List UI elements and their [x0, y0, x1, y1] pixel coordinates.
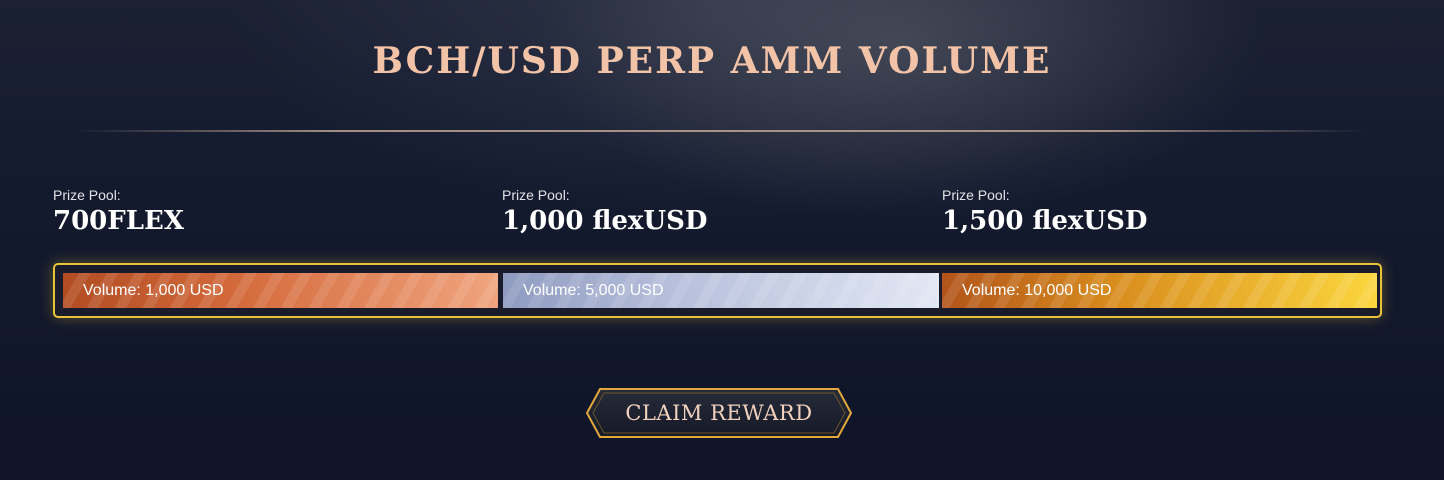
volume-segment-tier-3: Volume: 10,000 USD [942, 273, 1377, 308]
prize-pool-value: 1,500 flexUSD [942, 206, 1148, 236]
prize-pool-label: Prize Pool: [502, 187, 570, 203]
claim-reward-label: CLAIM REWARD [625, 401, 813, 425]
prize-pool-value: 700FLEX [53, 206, 185, 236]
prize-pool-label: Prize Pool: [942, 187, 1010, 203]
volume-progress-bar: Volume: 1,000 USD Volume: 5,000 USD Volu… [53, 263, 1382, 318]
volume-label: Volume: 5,000 USD [523, 281, 664, 299]
volume-label: Volume: 1,000 USD [83, 281, 224, 299]
prize-pool-label: Prize Pool: [53, 187, 121, 203]
page-title: BCH/USD PERP AMM VOLUME [372, 40, 1052, 82]
prize-pool-tier-2: Prize Pool: 1,000 flexUSD [502, 186, 707, 236]
volume-segment-tier-1: Volume: 1,000 USD [63, 273, 498, 308]
title-divider [76, 130, 1366, 132]
claim-reward-button[interactable]: CLAIM REWARD [586, 388, 852, 438]
prize-pool-tier-3: Prize Pool: 1,500 flexUSD [942, 186, 1147, 236]
volume-segment-tier-2: Volume: 5,000 USD [503, 273, 939, 308]
prize-pool-tier-1: Prize Pool: 700FLEX [53, 186, 184, 236]
prize-pool-value: 1,000 flexUSD [502, 206, 708, 236]
volume-label: Volume: 10,000 USD [962, 281, 1112, 299]
